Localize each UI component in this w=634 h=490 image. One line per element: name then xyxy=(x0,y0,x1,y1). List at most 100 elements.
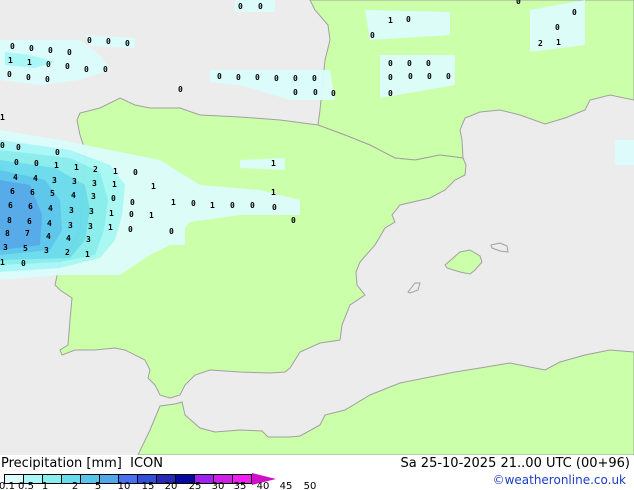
precipitation-value-label: 3 xyxy=(91,192,96,201)
precipitation-value-label: 0 xyxy=(7,70,12,79)
precipitation-value-label: 0 xyxy=(55,148,60,157)
precipitation-value-label: 3 xyxy=(3,243,8,252)
precipitation-value-label: 0 xyxy=(236,73,241,82)
precipitation-value-label: 0 xyxy=(427,72,432,81)
precipitation-value-label: 1 xyxy=(151,182,156,191)
precipitation-value-label: 1 xyxy=(113,167,118,176)
precipitation-value-label: 3 xyxy=(69,206,74,215)
precipitation-value-label: 1 xyxy=(388,16,393,25)
precipitation-value-label: 0 xyxy=(274,74,279,83)
precipitation-value-label: 0 xyxy=(46,60,51,69)
precipitation-value-label: 0 xyxy=(178,85,183,94)
precipitation-value-label: 4 xyxy=(48,204,53,213)
precipitation-value-label: 8 xyxy=(7,216,12,225)
precipitation-value-label: 0 xyxy=(21,259,26,268)
precipitation-value-label: 1 xyxy=(74,163,79,172)
precipitation-value-label: 1 xyxy=(210,201,215,210)
precipitation-value-label: 0 xyxy=(230,201,235,210)
precipitation-value-label: 0 xyxy=(191,199,196,208)
precipitation-value-label: 0 xyxy=(388,89,393,98)
precipitation-value-label: 0 xyxy=(16,143,21,152)
scale-tick-label: 40 xyxy=(256,481,270,490)
precipitation-value-label: 1 xyxy=(271,159,276,168)
map[interactable]: 0 0 0 0 0 0 0 1 1 0 0 0 0 0 0 0 0 0 0 0 0 0 0 0 0 0 0 0 0 0 0 1 0 0 0 0 0 0 0 0… xyxy=(0,0,634,455)
precipitation-value-label: 1 xyxy=(271,188,276,197)
precipitation-value-label: 0 xyxy=(26,73,31,82)
precipitation-value-label: 0 xyxy=(388,59,393,68)
precipitation-value-label: 0 xyxy=(293,88,298,97)
precipitation-value-label: 0 xyxy=(313,88,318,97)
model-name: ICON xyxy=(130,456,163,471)
precipitation-value-label: 0 xyxy=(331,89,336,98)
precipitation-value-label: 0 xyxy=(87,36,92,45)
title-text: Precipitation [mm] xyxy=(1,456,122,471)
precipitation-value-label: 0 xyxy=(125,39,130,48)
precipitation-value-label: 6 xyxy=(28,202,33,211)
precipitation-value-label: 0 xyxy=(572,8,577,17)
scale-tick-label: 45 xyxy=(279,481,293,490)
precipitation-value-label: 0 xyxy=(291,216,296,225)
precipitation-value-label: 6 xyxy=(8,201,13,210)
precipitation-value-label: 0 xyxy=(370,31,375,40)
precipitation-value-label: 1 xyxy=(8,56,13,65)
scale-tick-label: 10 xyxy=(117,481,131,490)
precipitation-value-label: 1 xyxy=(149,211,154,220)
precipitation-value-label: 0 xyxy=(169,227,174,236)
precipitation-value-label: 0 xyxy=(406,15,411,24)
precipitation-value-label: 1 xyxy=(85,250,90,259)
precipitation-value-label: 0 xyxy=(388,73,393,82)
precipitation-value-label: 5 xyxy=(50,189,55,198)
precipitation-value-label: 2 xyxy=(93,165,98,174)
precipitation-value-label: 7 xyxy=(25,229,30,238)
precipitation-value-label: 0 xyxy=(128,225,133,234)
precipitation-value-label: 3 xyxy=(86,235,91,244)
scale-tick-label: 30 xyxy=(211,481,225,490)
precipitation-value-label: 1 xyxy=(171,198,176,207)
precipitation-value-label: 5 xyxy=(23,244,28,253)
precipitation-value-label: 1 xyxy=(112,180,117,189)
precipitation-value-label: 0 xyxy=(10,42,15,51)
scale-tick-label: 5 xyxy=(94,481,102,490)
precipitation-value-label: 8 xyxy=(5,229,10,238)
precipitation-value-label: 0 xyxy=(408,72,413,81)
precipitation-value-label: 6 xyxy=(27,217,32,226)
precipitation-value-label: 1 xyxy=(54,161,59,170)
precipitation-value-label: 2 xyxy=(65,248,70,257)
precipitation-value-label: 4 xyxy=(71,191,76,200)
precipitation-map-view: 0000000110000000000000000000000100000000… xyxy=(0,0,634,490)
precipitation-value-label: 3 xyxy=(52,176,57,185)
legend-title: Precipitation [mm] ICON xyxy=(1,456,163,471)
precipitation-value-label: 3 xyxy=(92,179,97,188)
precipitation-value-label: 0 xyxy=(106,37,111,46)
precipitation-value-label: 0 xyxy=(293,74,298,83)
precipitation-value-label: 0 xyxy=(14,158,19,167)
precipitation-value-label: 0 xyxy=(516,0,521,6)
precipitation-value-label: 4 xyxy=(46,232,51,241)
precipitation-value-label: 0 xyxy=(426,59,431,68)
scale-swatch xyxy=(100,475,119,483)
precipitation-value-label: 0 xyxy=(48,46,53,55)
scale-tick-label: 25 xyxy=(188,481,202,490)
precipitation-value-label: 0 xyxy=(446,72,451,81)
scale-tick-label: 0.1 xyxy=(0,481,15,490)
precipitation-value-label: 0 xyxy=(45,75,50,84)
forecast-datetime: Sa 25-10-2025 21..00 UTC (00+96) xyxy=(400,456,630,471)
precipitation-value-label: 4 xyxy=(66,234,71,243)
precipitation-value-label: 0 xyxy=(65,62,70,71)
precipitation-value-label: 0 xyxy=(29,44,34,53)
precipitation-value-label: 1 xyxy=(109,209,114,218)
scale-tick-label: 50 xyxy=(303,481,317,490)
precipitation-value-label: 4 xyxy=(47,219,52,228)
precipitation-value-label: 0 xyxy=(250,201,255,210)
precipitation-value-label: 0 xyxy=(0,141,5,150)
precipitation-value-label: 6 xyxy=(10,187,15,196)
precipitation-value-label: 6 xyxy=(30,188,35,197)
precipitation-value-label: 0 xyxy=(555,23,560,32)
precipitation-value-label: 2 xyxy=(538,39,543,48)
copyright-link[interactable]: ©weatheronline.co.uk xyxy=(493,473,626,487)
precipitation-value-label: 0 xyxy=(111,194,116,203)
precipitation-value-label: 0 xyxy=(103,65,108,74)
precipitation-value-label: 4 xyxy=(33,174,38,183)
precipitation-value-label: 0 xyxy=(84,65,89,74)
legend-bar: Precipitation [mm] ICON Sa 25-10-2025 21… xyxy=(0,455,634,490)
